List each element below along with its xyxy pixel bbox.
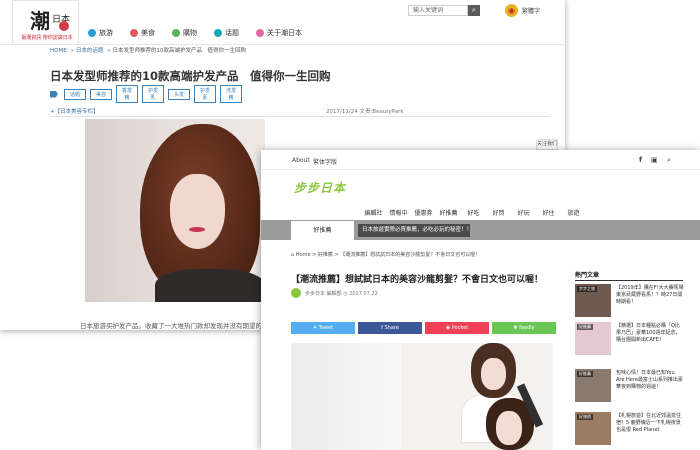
divider [50, 116, 550, 117]
about-icon [256, 29, 264, 37]
breadcrumb-current: 日本发型师推荐的10款高端护发产品 值得你一生回购 [112, 48, 246, 54]
article-image [291, 343, 553, 450]
main-nav: 旅游 美食 購物 话题 关于潮日本 [88, 28, 326, 38]
travel-icon [88, 29, 96, 37]
shopping-icon [172, 29, 180, 37]
article-meta: 2017/11/24 文责:BeautyPark [326, 107, 404, 115]
top-bar: About 繁体字版 f ▣ ⌕ [261, 150, 700, 170]
tweet-button[interactable]: ✦ Tweet [291, 322, 355, 334]
home-icon[interactable]: ⌂ [291, 252, 294, 258]
facebook-icon[interactable]: f [639, 156, 642, 164]
site-logo[interactable]: 步步日本 [294, 179, 346, 196]
article-date: 2017.07.22 [349, 291, 378, 297]
breadcrumb-home[interactable]: HOME [50, 48, 67, 54]
nav-item[interactable]: 好吃 [461, 208, 486, 217]
nav-item[interactable]: 好推薦 [436, 208, 461, 217]
article-thumbnail: 好推薦 [575, 322, 611, 355]
article-title: 【潮流推薦】想試試日本的美容沙龍剪髮？不會日文也可以喔！ [291, 275, 544, 285]
popular-article-item[interactable]: 步步之旅 【2019年】購在F!大大賽馬場東京武蔵野看馬！？時27日間時期看！ [575, 284, 685, 320]
popular-articles-heading: 熱門文章 [575, 272, 600, 279]
facebook-share-button[interactable]: f Share [358, 322, 422, 334]
search-icon[interactable]: ⌕ [667, 156, 671, 165]
breadcrumb: HOME» 日本的话题» 日本发型师推荐的10款高端护发产品 值得你一生回购 [50, 48, 246, 54]
site-logo[interactable]: 潮 日本 最潮資訊 帶你認識日本 [12, 0, 79, 45]
about-link[interactable]: About [292, 157, 310, 164]
topic-icon [214, 29, 222, 37]
popular-article-item[interactable]: 好推薦 包味心情！日本最已知You Are Here最富士山系列推出豪華夜到購物… [575, 369, 685, 405]
nav-item-shopping[interactable]: 購物 [172, 28, 214, 38]
instagram-icon[interactable]: ▣ [651, 156, 658, 164]
article-meta: 步步日本 編輯部 ◷ 2017.07.22 [305, 290, 378, 297]
language-switch[interactable]: 繁體字 [522, 6, 540, 15]
article-thumbnail: 好推薦 [575, 369, 611, 402]
nav-item[interactable]: 旅遊 [561, 208, 586, 217]
nav-item-food[interactable]: 美食 [130, 28, 172, 38]
fork-knife-icon [130, 29, 138, 37]
tag[interactable]: 洗发精 [220, 85, 242, 103]
tab-recommend[interactable]: 好推薦 [291, 221, 354, 240]
tag[interactable]: 护发乳 [142, 85, 164, 103]
tag-icon [50, 90, 58, 98]
nav-item[interactable]: 編輯社 [361, 208, 386, 217]
main-nav: 編輯社 情報中 優惠券 好推薦 好吃 好買 好玩 好住 旅遊 [361, 208, 586, 217]
tag[interactable]: 香发精 [116, 85, 138, 103]
tag[interactable]: 护发素 [194, 85, 216, 103]
hero-image [85, 119, 265, 302]
nav-item[interactable]: 情報中 [386, 208, 411, 217]
avatar [291, 288, 301, 298]
nav-item-topics[interactable]: 话题 [214, 28, 256, 38]
tag-list: 话题 美容 香发精 护发乳 头发 护发素 洗发精 [50, 85, 242, 103]
site-header: 潮 日本 最潮資訊 帶你認識日本 旅游 美食 購物 话题 关于潮日本 输入关键词… [0, 0, 565, 45]
popular-article-item[interactable]: 好旅遊 【札幌旅遊】在北近郊溫泉住宿！5 鹿野壕近一下札幌夜景也是很 Red P… [575, 412, 685, 448]
front-browser-window: About 繁体字版 f ▣ ⌕ 步步日本 編輯社 情報中 優惠券 好推薦 好吃… [261, 150, 700, 450]
article-category[interactable]: +【日本美容专栏】 [50, 107, 99, 115]
traditional-chinese-link[interactable]: 繁体字版 [313, 157, 337, 166]
tag[interactable]: 头发 [168, 88, 190, 100]
article-title: 日本发型师推荐的10款高端护发产品 值得你一生回购 [50, 69, 331, 83]
article-author[interactable]: 步步日本 編輯部 [305, 291, 342, 297]
nav-item-about[interactable]: 关于潮日本 [256, 28, 326, 38]
news-ticker[interactable]: 日本旅遊實際必買推薦，必吃必玩的秘密！！！ [358, 224, 470, 237]
tag[interactable]: 美容 [90, 88, 112, 100]
tag[interactable]: 话题 [64, 88, 86, 100]
article-thumbnail: 步步之旅 [575, 284, 611, 317]
article-date: 2017/11/24 [326, 109, 358, 115]
nav-item[interactable]: 好住 [536, 208, 561, 217]
nav-item[interactable]: 好買 [486, 208, 511, 217]
divider [575, 280, 683, 281]
flower-icon [59, 21, 69, 31]
pocket-button[interactable]: ◉ Pocket [425, 322, 489, 334]
article-author: 文责:BeautyPark [359, 109, 404, 115]
feedly-button[interactable]: ✱ feedly [492, 322, 556, 334]
breadcrumb: ⌂ Home > 好推薦 > 【潮流推薦】想試試日本的美容沙龍剪髮？不會日文也可… [291, 252, 481, 258]
search-input[interactable]: 输入关键词 [408, 5, 468, 16]
breadcrumb-topics[interactable]: 日本的话题 [76, 48, 104, 54]
clock-icon: ◷ [343, 291, 348, 297]
popular-article-item[interactable]: 好推薦 【精選】日本種點必購「Q比果乃巴」豪華100週年紀念，購台團開新出CAF… [575, 322, 685, 358]
search-icon[interactable]: ⌕ [468, 5, 480, 16]
article-thumbnail: 好旅遊 [575, 412, 611, 445]
nav-item[interactable]: 優惠券 [411, 208, 436, 217]
follow-button[interactable]: 关注我们 [536, 139, 558, 150]
weibo-icon[interactable]: ◉ [505, 4, 518, 17]
nav-item-travel[interactable]: 旅游 [88, 28, 130, 38]
nav-item[interactable]: 好玩 [511, 208, 536, 217]
